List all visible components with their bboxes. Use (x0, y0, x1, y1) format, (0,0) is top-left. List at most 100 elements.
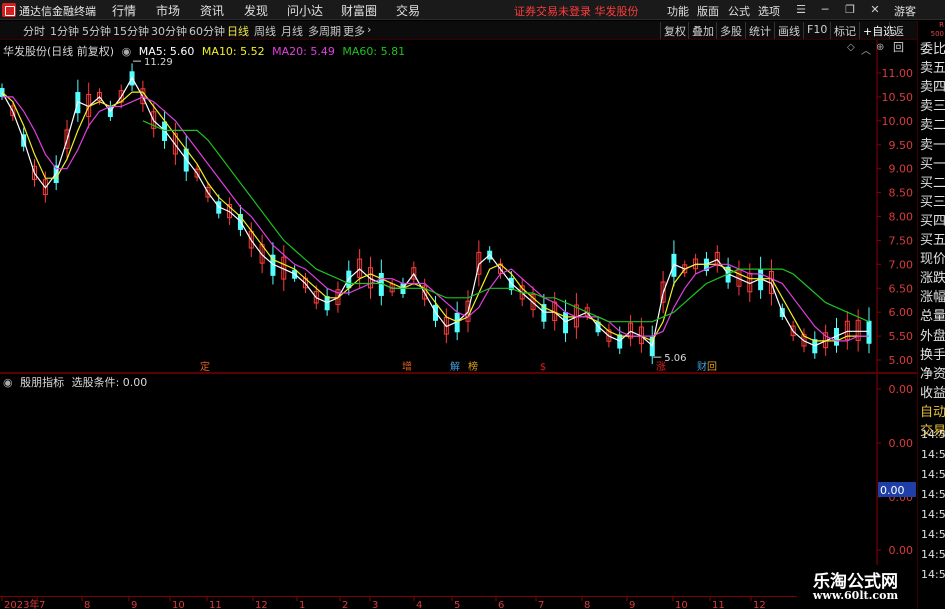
guest-label[interactable]: 游客 (894, 3, 916, 19)
price-axis-label: 7.00 (889, 258, 914, 271)
x-axis-label: 4 (416, 600, 422, 609)
indicator-settings-icon[interactable]: ◉ (3, 376, 13, 389)
candle-body (563, 312, 569, 334)
side-item[interactable]: 净资 (920, 365, 945, 384)
x-axis-label: 10 (675, 600, 688, 609)
side-item[interactable]: 自动 (920, 403, 945, 422)
period-multi[interactable]: 多周期 (308, 23, 341, 39)
period-weekly[interactable]: 周线 (254, 23, 276, 39)
main-legend: 华发股份(日线 前复权) ◉ MA5: 5.60 MA10: 5.52 MA20… (3, 43, 409, 59)
price-axis-label: 6.50 (889, 282, 914, 295)
menu-icon[interactable]: ☰ (794, 3, 808, 17)
indicator-chart-svg[interactable]: 0.000.000.000.000.00 (0, 374, 917, 596)
watermark-url: www.60lt.com (812, 589, 899, 602)
menu-item-ask[interactable]: 问小达 (287, 2, 323, 19)
side-item[interactable]: 卖一 (920, 136, 945, 155)
menu-item-function[interactable]: 功能 (667, 3, 689, 19)
period-more-arrow-icon[interactable]: › (367, 23, 371, 36)
side-item[interactable]: 买二 (920, 174, 945, 193)
side-time: 14:56 (921, 488, 945, 501)
side-item[interactable]: 卖三 (920, 97, 945, 116)
x-axis-label: 5 (454, 600, 460, 609)
menu-item-formula[interactable]: 公式 (728, 3, 750, 19)
kline-chart-panel[interactable]: 11.00 10.50 10.00 9.50 9.00 8.50 8.00 7.50 7.00 6… (0, 40, 917, 373)
period-30min[interactable]: 30分钟 (151, 23, 187, 39)
side-item[interactable]: 买三 (920, 193, 945, 212)
toolbar-adjust-button[interactable]: 复权 (660, 22, 689, 39)
side-item[interactable]: 卖二 (920, 116, 945, 135)
sub-axis-label: 0.00 (889, 544, 914, 557)
side-item[interactable]: 卖五 (920, 59, 945, 78)
chart-zoom-icon[interactable]: ⊕ (876, 42, 884, 53)
side-item[interactable]: 现价 (920, 250, 945, 269)
menu-item-layout[interactable]: 版面 (697, 3, 719, 19)
indicator-name: 殷朋指标 (20, 376, 65, 389)
legend-ma10: MA10: 5.52 (201, 45, 265, 58)
watermark: 乐淘公式网 www.60lt.com (797, 565, 914, 609)
period-more[interactable]: 更多 (343, 23, 365, 39)
menu-item-trade[interactable]: 交易 (396, 2, 420, 19)
period-5min[interactable]: 5分钟 (82, 23, 111, 39)
toolbar-mark-button[interactable]: 标记 (830, 22, 859, 39)
toolbar-draw-button[interactable]: 画线 (774, 22, 803, 39)
price-axis-label: 5.50 (889, 330, 914, 343)
price-axis-label: 9.00 (889, 163, 914, 176)
side-item[interactable]: 涨幅 (920, 288, 945, 307)
indicator-value: 选股条件: 0.00 (71, 376, 148, 389)
toolbar-stats-button[interactable]: 统计 (745, 22, 774, 39)
menu-item-options[interactable]: 选项 (758, 3, 780, 19)
chart-diamond-icon[interactable]: ◇ (847, 42, 855, 53)
toolbar-overlay-button[interactable]: 叠加 (688, 22, 717, 39)
candle-body (866, 320, 872, 344)
side-item[interactable]: 买一 (920, 155, 945, 174)
event-marker: 解 (450, 360, 460, 372)
x-axis-label: 7 (538, 600, 544, 609)
price-axis-label: 5.00 (889, 354, 914, 367)
candles-group (0, 63, 872, 365)
legend-settings-icon[interactable]: ◉ (122, 45, 132, 58)
close-icon[interactable]: ✕ (868, 3, 882, 17)
x-axis-label: 2 (342, 600, 348, 609)
event-marker: 回 (707, 361, 717, 372)
login-alert-text[interactable]: 证券交易未登录 华发股份 (514, 3, 639, 19)
period-daily[interactable]: 日线 (227, 23, 249, 39)
period-15min[interactable]: 15分钟 (113, 23, 149, 39)
side-item[interactable]: 委比 (920, 40, 945, 59)
side-item[interactable]: 收益 (920, 384, 945, 403)
x-axis-label: 7 (39, 600, 45, 609)
menu-item-wealth-circle[interactable]: 财富圈 (341, 2, 377, 19)
minimize-icon[interactable]: ─ (818, 3, 832, 17)
side-time: 14:56 (921, 508, 945, 521)
indicator-chart-panel[interactable]: 0.00 0.00 0.00 0.00 0.00 ◉ 殷朋指标 选股条件: 0.00 (0, 374, 917, 596)
price-axis-label: 7.50 (889, 234, 914, 247)
toolbar-multistock-button[interactable]: 多股 (716, 22, 745, 39)
x-axis-label: 6 (498, 600, 504, 609)
ma-line-ma60 (142, 120, 870, 323)
side-item[interactable]: 涨跌 (920, 269, 945, 288)
side-item[interactable]: 换手 (920, 346, 945, 365)
side-item[interactable]: 买四 (920, 212, 945, 231)
toolbar-back-button[interactable]: 返回 (889, 22, 917, 54)
side-header-bottom: 500 (930, 30, 944, 38)
period-1min[interactable]: 1分钟 (50, 23, 79, 39)
side-item[interactable]: 外盘 (920, 327, 945, 346)
kline-chart-svg[interactable]: 11.00 10.50 10.00 9.50 9.00 8.50 8.00 7.50 7.00 6… (0, 40, 917, 373)
menu-item-quotes[interactable]: 行情 (112, 2, 136, 19)
side-time: 14:56 (921, 568, 945, 581)
x-axis-label: 12 (753, 600, 766, 609)
menu-item-discover[interactable]: 发现 (244, 2, 268, 19)
event-marker: 财 (697, 360, 707, 372)
side-item[interactable]: 买五 (920, 231, 945, 250)
toolbar-f10-button[interactable]: F10 (803, 22, 830, 39)
menu-item-news[interactable]: 资讯 (200, 2, 224, 19)
menu-item-market[interactable]: 市场 (156, 2, 180, 19)
period-timeshare[interactable]: 分时 (23, 23, 45, 39)
period-monthly[interactable]: 月线 (281, 23, 303, 39)
price-axis-label: 8.50 (889, 187, 914, 200)
x-axis-label: 11 (712, 600, 725, 609)
side-item[interactable]: 卖四 (920, 78, 945, 97)
period-60min[interactable]: 60分钟 (189, 23, 225, 39)
chart-up-icon[interactable]: ︿ (861, 42, 871, 57)
side-item[interactable]: 总量 (920, 307, 945, 326)
restore-icon[interactable]: ❐ (843, 3, 857, 17)
